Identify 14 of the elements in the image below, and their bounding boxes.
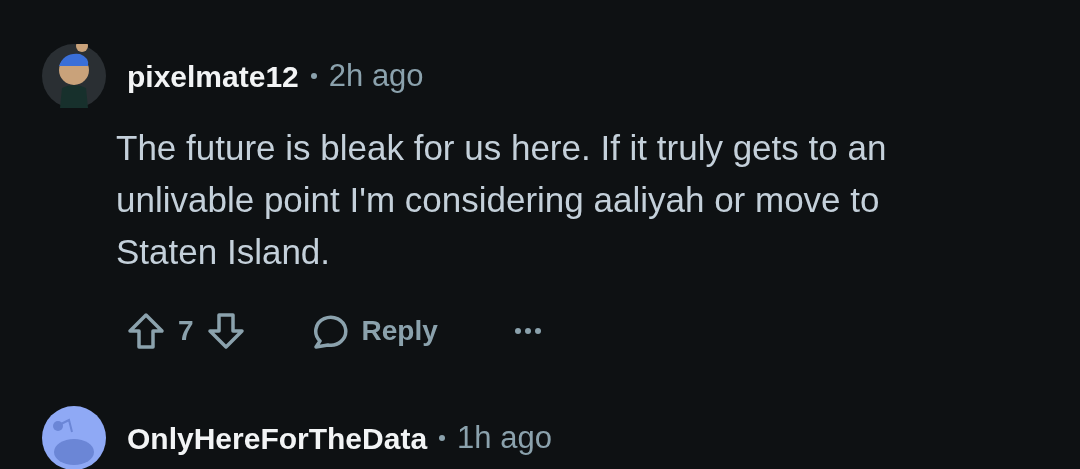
username[interactable]: pixelmate12 [127,53,299,99]
downvote-icon[interactable] [205,311,246,351]
avatar[interactable] [42,406,106,469]
username[interactable]: OnlyHereForTheData [127,415,428,461]
more-options-icon[interactable] [513,327,542,335]
avatar[interactable] [42,44,106,108]
vote-count: 7 [178,314,194,348]
reply-button[interactable]: Reply [307,310,438,352]
timestamp: 1h ago [457,418,552,457]
comment-text: The future is bleak for us here. If it truly gets to an unlivable point I'm considering aaliyah or move to Staten Island. [116,127,888,273]
separator-dot [310,73,317,79]
upvote-icon[interactable] [126,311,166,351]
separator-dot [439,435,446,441]
timestamp: 2h ago [328,56,424,95]
